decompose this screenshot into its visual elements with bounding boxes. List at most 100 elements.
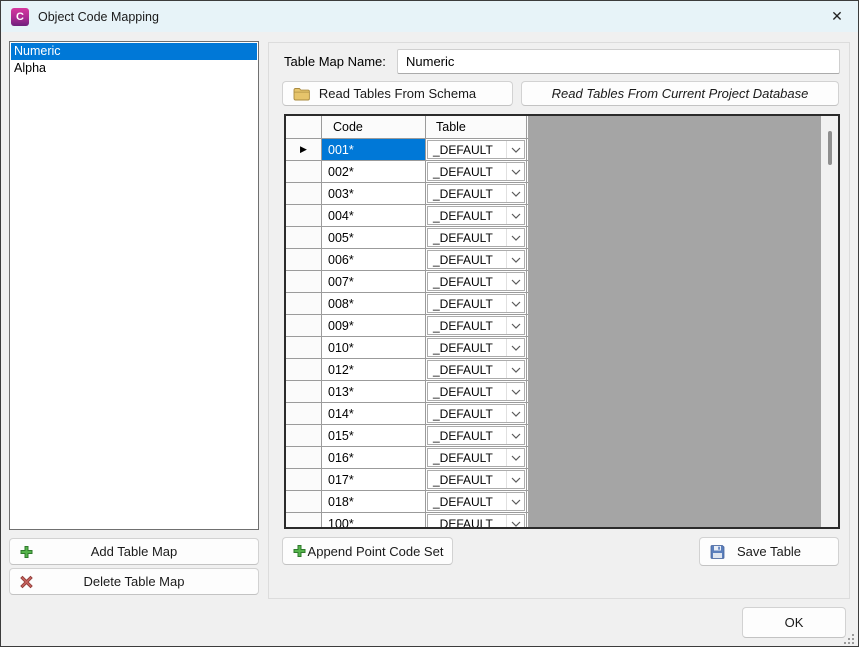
table-cell: _DEFAULT: [426, 425, 527, 446]
delete-table-map-label: Delete Table Map: [84, 574, 185, 589]
table-combo[interactable]: _DEFAULT: [427, 404, 525, 423]
list-item-numeric[interactable]: Numeric: [11, 43, 257, 60]
table-cell: _DEFAULT: [426, 161, 527, 182]
code-cell[interactable]: 017*: [322, 469, 426, 490]
row-selector[interactable]: [286, 337, 322, 358]
table-combo[interactable]: _DEFAULT: [427, 426, 525, 445]
table-combo[interactable]: _DEFAULT: [427, 448, 525, 467]
read-tables-from-schema-button[interactable]: Read Tables From Schema: [282, 81, 513, 106]
dialog-window: C Object Code Mapping ✕ NumericAlpha Add…: [0, 0, 859, 647]
row-selector[interactable]: [286, 381, 322, 402]
add-table-map-label: Add Table Map: [91, 544, 178, 559]
table-row: 018* _DEFAULT: [286, 491, 528, 513]
row-selector[interactable]: [286, 271, 322, 292]
row-selector[interactable]: ▶: [286, 139, 322, 160]
read-tables-from-project-db-button[interactable]: Read Tables From Current Project Databas…: [521, 81, 839, 106]
delete-table-map-button[interactable]: Delete Table Map: [9, 568, 259, 595]
table-combo-value: _DEFAULT: [428, 141, 506, 158]
append-point-code-set-button[interactable]: Append Point Code Set: [282, 537, 453, 565]
code-cell[interactable]: 018*: [322, 491, 426, 512]
table-map-list[interactable]: NumericAlpha: [9, 41, 259, 530]
table-combo[interactable]: _DEFAULT: [427, 470, 525, 489]
chevron-down-icon: [506, 493, 524, 510]
delete-icon: [20, 575, 33, 588]
table-combo[interactable]: _DEFAULT: [427, 360, 525, 379]
column-header-code[interactable]: Code: [322, 116, 426, 138]
table-combo-value: _DEFAULT: [428, 273, 506, 290]
code-cell[interactable]: 100*: [322, 513, 426, 529]
table-map-name-input[interactable]: [397, 49, 840, 74]
close-icon: ✕: [831, 8, 843, 25]
ok-label: OK: [785, 615, 804, 630]
row-selector[interactable]: [286, 403, 322, 424]
table-combo[interactable]: _DEFAULT: [427, 140, 525, 159]
code-cell[interactable]: 013*: [322, 381, 426, 402]
scrollbar-thumb[interactable]: [828, 131, 832, 165]
table-combo[interactable]: _DEFAULT: [427, 184, 525, 203]
row-selector[interactable]: [286, 161, 322, 182]
code-cell[interactable]: 014*: [322, 403, 426, 424]
table-row: 009* _DEFAULT: [286, 315, 528, 337]
code-table-grid: Code Table ▶ 001* _DEFAULT 002* _DEFAULT: [284, 114, 840, 529]
row-selector[interactable]: [286, 359, 322, 380]
code-cell[interactable]: 002*: [322, 161, 426, 182]
grid-scrollbar[interactable]: [821, 116, 838, 527]
table-combo[interactable]: _DEFAULT: [427, 228, 525, 247]
current-row-arrow-icon: ▶: [300, 144, 307, 155]
row-selector[interactable]: [286, 249, 322, 270]
code-cell[interactable]: 001*: [322, 139, 426, 160]
table-combo[interactable]: _DEFAULT: [427, 294, 525, 313]
table-cell: _DEFAULT: [426, 337, 527, 358]
code-cell[interactable]: 007*: [322, 271, 426, 292]
table-combo[interactable]: _DEFAULT: [427, 250, 525, 269]
grid-body: ▶ 001* _DEFAULT 002* _DEFAULT 003*: [286, 139, 528, 529]
row-selector[interactable]: [286, 293, 322, 314]
table-cell: _DEFAULT: [426, 293, 527, 314]
row-selector[interactable]: [286, 205, 322, 226]
ok-button[interactable]: OK: [742, 607, 846, 638]
row-selector[interactable]: [286, 227, 322, 248]
save-table-button[interactable]: Save Table: [699, 537, 839, 566]
table-combo[interactable]: _DEFAULT: [427, 382, 525, 401]
code-cell[interactable]: 008*: [322, 293, 426, 314]
table-row: ▶ 001* _DEFAULT: [286, 139, 528, 161]
code-cell[interactable]: 006*: [322, 249, 426, 270]
code-cell[interactable]: 010*: [322, 337, 426, 358]
code-cell[interactable]: 009*: [322, 315, 426, 336]
row-selector[interactable]: [286, 513, 322, 529]
close-button[interactable]: ✕: [816, 1, 858, 32]
table-row: 012* _DEFAULT: [286, 359, 528, 381]
add-table-map-button[interactable]: Add Table Map: [9, 538, 259, 565]
table-combo[interactable]: _DEFAULT: [427, 338, 525, 357]
code-cell[interactable]: 003*: [322, 183, 426, 204]
code-cell[interactable]: 004*: [322, 205, 426, 226]
table-combo[interactable]: _DEFAULT: [427, 272, 525, 291]
row-selector[interactable]: [286, 491, 322, 512]
table-cell: _DEFAULT: [426, 183, 527, 204]
table-cell: _DEFAULT: [426, 381, 527, 402]
table-combo-value: _DEFAULT: [428, 405, 506, 422]
save-table-label: Save Table: [737, 544, 801, 559]
row-selector[interactable]: [286, 469, 322, 490]
table-combo[interactable]: _DEFAULT: [427, 316, 525, 335]
grid-corner-header[interactable]: [286, 116, 322, 138]
row-selector[interactable]: [286, 315, 322, 336]
row-selector[interactable]: [286, 447, 322, 468]
column-header-table[interactable]: Table: [426, 116, 527, 138]
code-cell[interactable]: 016*: [322, 447, 426, 468]
row-selector[interactable]: [286, 183, 322, 204]
table-combo[interactable]: _DEFAULT: [427, 206, 525, 225]
window-title: Object Code Mapping: [38, 10, 159, 24]
resize-grip[interactable]: [844, 632, 855, 643]
table-combo[interactable]: _DEFAULT: [427, 514, 525, 529]
code-cell[interactable]: 005*: [322, 227, 426, 248]
table-cell: _DEFAULT: [426, 513, 527, 529]
row-selector[interactable]: [286, 425, 322, 446]
list-item-alpha[interactable]: Alpha: [11, 60, 257, 77]
code-cell[interactable]: 012*: [322, 359, 426, 380]
table-combo[interactable]: _DEFAULT: [427, 162, 525, 181]
chevron-down-icon: [506, 471, 524, 488]
table-combo[interactable]: _DEFAULT: [427, 492, 525, 511]
code-cell[interactable]: 015*: [322, 425, 426, 446]
table-cell: _DEFAULT: [426, 469, 527, 490]
